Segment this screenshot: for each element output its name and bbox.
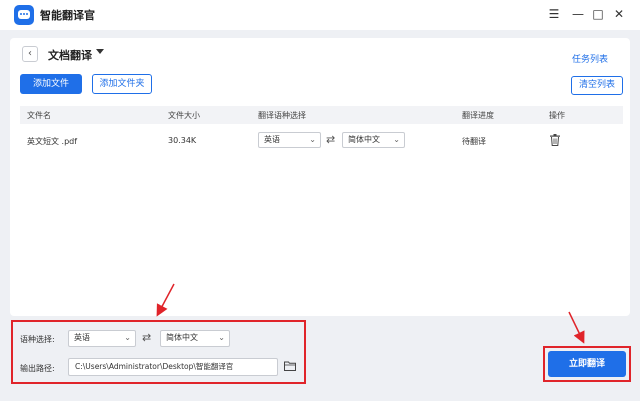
source-language-select[interactable]: 英语 ⌄ <box>68 330 136 347</box>
app-title: 智能翻译官 <box>40 9 95 22</box>
target-language-value: 简体中文 <box>166 333 198 342</box>
row-source-language-select[interactable]: 英语 ⌄ <box>258 132 321 148</box>
chevron-down-icon: ⌄ <box>218 333 225 342</box>
dropdown-caret-icon[interactable] <box>96 49 104 54</box>
output-path-input[interactable]: C:\Users\Administrator\Desktop\智能翻译官 <box>68 358 278 376</box>
column-header-filesize: 文件大小 <box>168 111 200 120</box>
file-name: 英文短文 .pdf <box>27 137 78 146</box>
page-title[interactable]: 文档翻译 <box>48 47 92 63</box>
row-target-language-value: 简体中文 <box>348 135 380 144</box>
clear-list-button[interactable]: 清空列表 <box>571 76 623 95</box>
row-source-language-value: 英语 <box>264 135 280 144</box>
folder-icon[interactable] <box>284 361 296 371</box>
delete-icon[interactable] <box>550 134 560 146</box>
app-logo-icon <box>14 5 34 25</box>
row-target-language-select[interactable]: 简体中文 ⌄ <box>342 132 405 148</box>
swap-languages-icon[interactable]: ⇄ <box>142 332 151 344</box>
menu-icon[interactable]: ☰ <box>546 6 562 22</box>
column-header-filename: 文件名 <box>27 111 51 120</box>
file-size: 30.34K <box>168 136 197 145</box>
maximize-button[interactable]: □ <box>590 6 606 22</box>
table-header <box>20 106 623 124</box>
column-header-language: 翻译语种选择 <box>258 111 306 120</box>
task-list-link[interactable]: 任务列表 <box>572 52 608 65</box>
chevron-down-icon: ⌄ <box>393 135 400 144</box>
chevron-down-icon: ⌄ <box>124 333 131 342</box>
target-language-select[interactable]: 简体中文 ⌄ <box>160 330 230 347</box>
column-header-progress: 翻译进度 <box>462 111 494 120</box>
add-folder-button[interactable]: 添加文件夹 <box>92 74 152 94</box>
title-bar <box>0 0 640 30</box>
column-header-action: 操作 <box>549 111 565 120</box>
output-path-label: 输出路径: <box>20 364 55 373</box>
add-file-button[interactable]: 添加文件 <box>20 74 82 94</box>
translate-now-button[interactable]: 立即翻译 <box>548 351 626 377</box>
source-language-value: 英语 <box>74 333 90 342</box>
minimize-button[interactable]: — <box>570 6 586 22</box>
close-button[interactable]: ✕ <box>611 6 627 22</box>
language-label: 语种选择: <box>20 335 55 344</box>
swap-languages-icon[interactable]: ⇄ <box>326 134 335 146</box>
translation-status: 待翻译 <box>462 137 486 146</box>
back-button[interactable]: ‹ <box>22 46 38 62</box>
chevron-down-icon: ⌄ <box>309 135 316 144</box>
